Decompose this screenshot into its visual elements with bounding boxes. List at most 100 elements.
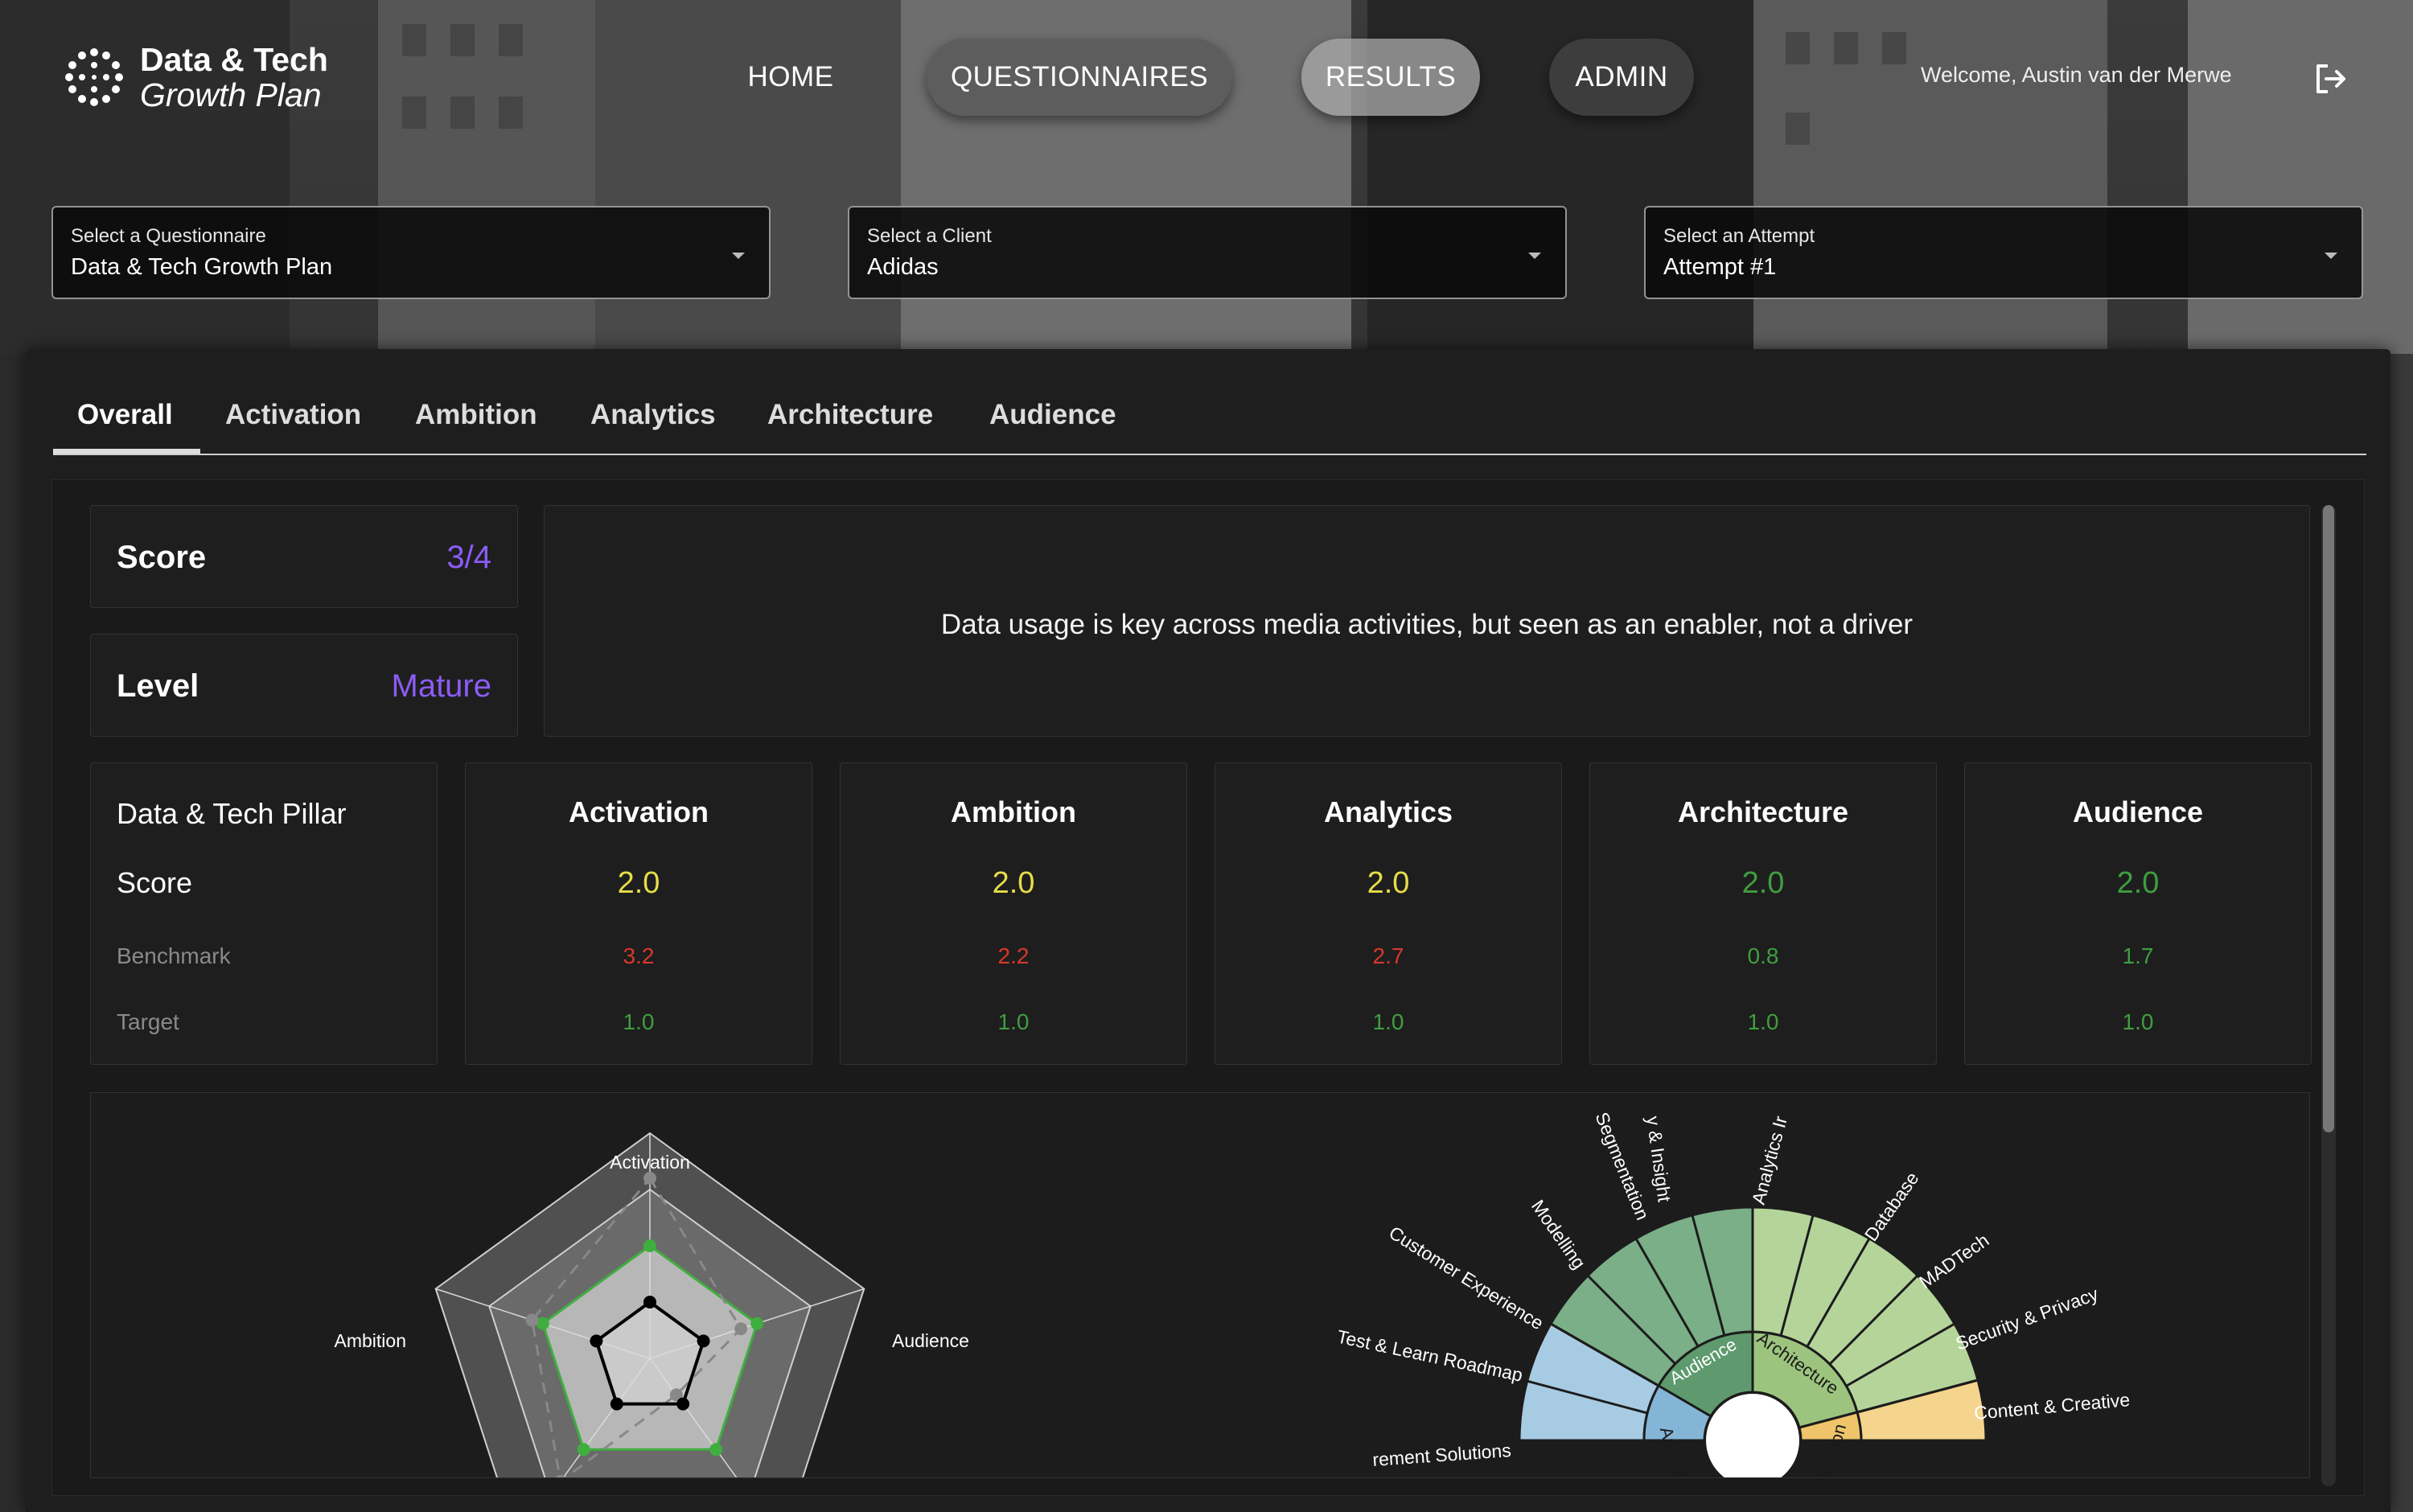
- attempt-select[interactable]: Select an Attempt Attempt #1: [1644, 206, 2363, 299]
- sunburst-label-madtech: MADTech: [1915, 1230, 1993, 1292]
- sunburst-label-test-learn: Test & Learn Roadmap: [1335, 1325, 1525, 1385]
- sunburst-label-modelling: Modelling: [1527, 1196, 1590, 1273]
- pillar-card-ambition: Ambition 2.0 2.2 1.0: [840, 762, 1187, 1065]
- score-label: Score: [117, 540, 207, 575]
- radar-point: [709, 1443, 723, 1457]
- logo-dots-icon: [65, 48, 123, 106]
- pillar-benchmark: 3.2: [623, 943, 655, 968]
- pillar-name: Analytics: [1323, 795, 1453, 828]
- target-row-label: Target: [117, 1009, 179, 1034]
- level-value: Mature: [391, 668, 492, 704]
- level-card: Level Mature: [90, 634, 518, 737]
- client-select-value: Adidas: [867, 254, 939, 280]
- client-select[interactable]: Select a Client Adidas: [848, 206, 1567, 299]
- charts-svg: Activation Audience Ambition Audience Ar…: [335, 1109, 2131, 1477]
- level-label: Level: [117, 668, 199, 704]
- benchmark-row-label: Benchmark: [117, 943, 231, 968]
- pillar-score: 2.0: [1367, 866, 1410, 900]
- nav-home-label: HOME: [747, 61, 834, 92]
- nav-questionnaires[interactable]: QUESTIONNAIRES: [927, 39, 1232, 116]
- active-tab-indicator: [53, 449, 200, 454]
- nav-results-label: RESULTS: [1325, 61, 1457, 92]
- chevron-down-icon: [732, 253, 745, 259]
- pillar-target: 1.0: [1747, 1009, 1779, 1034]
- pillar-score: 2.0: [2116, 866, 2160, 900]
- pillar-target: 1.0: [623, 1009, 655, 1034]
- radar-point: [643, 1239, 656, 1252]
- radar-point: [610, 1397, 623, 1411]
- pillar-score: 2.0: [617, 866, 660, 900]
- pillar-card-activation: Activation 2.0 3.2 1.0: [465, 762, 812, 1065]
- radar-point: [734, 1322, 748, 1336]
- radar-axis-label-ambition: Ambition: [335, 1330, 406, 1351]
- pillar-benchmark: 2.7: [1372, 943, 1404, 968]
- sunburst-label-security-privacy: Security & Privacy: [1953, 1283, 2102, 1354]
- tab-audience[interactable]: Audience: [989, 399, 1116, 431]
- pillar-benchmark: 2.2: [997, 943, 1030, 968]
- client-select-label: Select a Client: [867, 225, 992, 247]
- tab-architecture[interactable]: Architecture: [767, 399, 933, 431]
- pillar-name: Ambition: [951, 795, 1076, 828]
- content-scrollbar-thumb[interactable]: [2323, 505, 2334, 1132]
- score-card: Score 3/4: [90, 505, 518, 608]
- tab-ambition[interactable]: Ambition: [415, 399, 537, 431]
- radar-point: [697, 1334, 710, 1348]
- nav-results[interactable]: RESULTS: [1301, 39, 1480, 116]
- questionnaire-select-label: Select a Questionnaire: [71, 225, 266, 247]
- radar-point: [590, 1334, 603, 1348]
- tab-overall[interactable]: Overall: [77, 399, 173, 431]
- score-value: 3/4: [446, 540, 491, 575]
- level-description-card: Data usage is key across media activitie…: [544, 505, 2310, 737]
- attempt-select-label: Select an Attempt: [1663, 225, 1815, 247]
- pillar-card-architecture: Architecture 2.0 0.8 1.0: [1589, 762, 1937, 1065]
- score-row-label: Score: [117, 866, 193, 899]
- chevron-down-icon: [2325, 253, 2337, 259]
- sunburst-label-measurement: rement Solutions: [1372, 1440, 1512, 1470]
- pillar-score: 2.0: [1741, 866, 1785, 900]
- chevron-down-icon: [1528, 253, 1541, 259]
- questionnaire-select[interactable]: Select a Questionnaire Data & Tech Growt…: [51, 206, 771, 299]
- radar-chart: Activation Audience Ambition: [335, 1132, 969, 1477]
- tab-activation[interactable]: Activation: [225, 399, 361, 431]
- pillar-card-analytics: Analytics 2.0 2.7 1.0: [1215, 762, 1562, 1065]
- pillar-tabs: Overall Activation Ambition Analytics Ar…: [53, 383, 2366, 455]
- sunburst-label-database: Database: [1860, 1168, 1923, 1245]
- pillar-name: Architecture: [1677, 795, 1849, 828]
- pillar-name: Activation: [568, 795, 709, 828]
- radar-point: [577, 1443, 590, 1457]
- questionnaire-select-value: Data & Tech Growth Plan: [71, 254, 333, 280]
- logout-icon[interactable]: [2313, 61, 2349, 97]
- tab-analytics[interactable]: Analytics: [590, 399, 716, 431]
- pillar-labels-card: Data & Tech Pillar Score Benchmark Targe…: [90, 762, 438, 1065]
- radar-point: [643, 1296, 656, 1309]
- nav-home[interactable]: HOME: [724, 39, 857, 116]
- attempt-select-value: Attempt #1: [1663, 254, 1777, 280]
- nav-admin[interactable]: ADMIN: [1549, 39, 1694, 116]
- radar-axis-label-activation: Activation: [610, 1152, 690, 1173]
- pillar-score: 2.0: [992, 866, 1035, 900]
- pillar-target: 1.0: [2122, 1009, 2154, 1034]
- logo-subtitle: Growth Plan: [140, 76, 322, 113]
- charts-card: Activation Audience Ambition Audience Ar…: [90, 1092, 2310, 1478]
- pillar-header: Data & Tech Pillar: [117, 797, 347, 830]
- logo-title: Data & Tech: [140, 41, 328, 78]
- nav-admin-label: ADMIN: [1575, 61, 1668, 92]
- pillar-target: 1.0: [1372, 1009, 1404, 1034]
- sunburst-label-analytics-ir: Analytics Ir: [1748, 1114, 1791, 1207]
- sunburst-chart: Audience Architecture Activation Analyti…: [1335, 1109, 2131, 1477]
- level-description: Data usage is key across media activitie…: [940, 609, 1914, 640]
- radar-point: [643, 1172, 656, 1185]
- pillar-target: 1.0: [997, 1009, 1030, 1034]
- radar-axis-label-audience: Audience: [892, 1330, 969, 1351]
- sunburst-label-content-creative: Content & Creative: [1973, 1389, 2131, 1424]
- pillar-benchmark: 1.7: [2122, 943, 2154, 968]
- nav-questionnaires-label: QUESTIONNAIRES: [950, 61, 1209, 92]
- sunburst-label-customer-experience: Customer Experience: [1385, 1222, 1547, 1333]
- pillar-card-audience: Audience 2.0 1.7 1.0: [1964, 762, 2312, 1065]
- pillar-name: Audience: [2072, 795, 2204, 828]
- radar-point: [750, 1317, 764, 1330]
- app-logo[interactable]: Data & Tech Growth Plan: [64, 42, 328, 113]
- welcome-text: Welcome, Austin van der Merwe: [1921, 63, 2232, 87]
- radar-point: [525, 1313, 539, 1327]
- radar-point: [676, 1397, 690, 1411]
